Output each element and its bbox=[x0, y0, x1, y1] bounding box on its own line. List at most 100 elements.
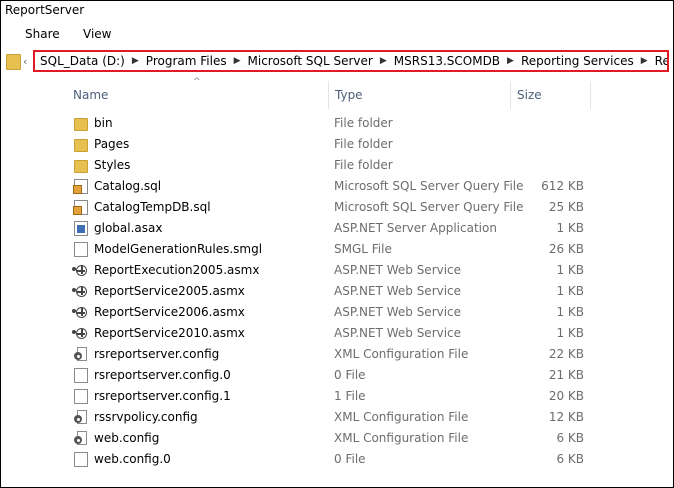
sql-file-icon bbox=[73, 179, 88, 194]
window-title: ReportServer bbox=[5, 3, 85, 17]
breadcrumb-item[interactable]: ReportServer bbox=[650, 54, 667, 68]
file-row[interactable]: ReportExecution2005.asmx ASP.NET Web Serv… bbox=[1, 260, 673, 281]
web-service-icon bbox=[72, 326, 88, 341]
file-name: rsreportserver.config.1 bbox=[94, 389, 231, 403]
file-name: rssrvpolicy.config bbox=[94, 410, 198, 424]
file-name: web.config.0 bbox=[94, 452, 171, 466]
column-header-name[interactable]: Name bbox=[67, 81, 329, 109]
breadcrumb-separator-icon[interactable]: ▶ bbox=[232, 56, 243, 66]
file-type: 1 File bbox=[334, 389, 366, 403]
file-row[interactable]: ModelGenerationRules.smgl SMGL File 26 KB bbox=[1, 239, 673, 260]
file-type: File folder bbox=[334, 137, 393, 151]
file-name: rsreportserver.config.0 bbox=[94, 368, 231, 382]
file-type: ASP.NET Web Service bbox=[334, 263, 462, 277]
explorer-window: ReportServer Share View ‹ SQL_Data (D:) ▶… bbox=[0, 0, 674, 488]
file-size: 1 KB bbox=[556, 284, 584, 298]
file-size: 22 KB bbox=[548, 347, 584, 361]
file-type: 0 File bbox=[334, 368, 366, 382]
config-file-icon bbox=[74, 347, 88, 362]
web-service-icon bbox=[72, 263, 88, 278]
file-name: ModelGenerationRules.smgl bbox=[94, 242, 263, 256]
file-size: 612 KB bbox=[541, 179, 584, 193]
file-name: ReportService2005.asmx bbox=[94, 284, 245, 298]
file-type: XML Configuration File bbox=[334, 347, 469, 361]
file-row[interactable]: rsreportserver.config.0 0 File 21 KB bbox=[1, 365, 673, 386]
file-row[interactable]: ReportService2005.asmx ASP.NET Web Servic… bbox=[1, 281, 673, 302]
file-row[interactable]: rssrvpolicy.config XML Configuration File… bbox=[1, 407, 673, 428]
breadcrumb: SQL_Data (D:) ▶ Program Files ▶ Microsoft SQ… bbox=[33, 50, 669, 72]
folder-icon bbox=[74, 118, 88, 131]
file-name: web.config bbox=[94, 431, 160, 445]
file-type: ASP.NET Web Service bbox=[334, 305, 462, 319]
breadcrumb-separator-icon[interactable]: ▶ bbox=[378, 56, 389, 66]
folder-icon bbox=[74, 160, 88, 173]
breadcrumb-item[interactable]: Reporting Services bbox=[516, 54, 639, 68]
column-headers: ^ Name Type Size bbox=[1, 77, 673, 109]
file-row[interactable]: web.config.0 0 File 6 KB bbox=[1, 449, 673, 470]
file-size: 1 KB bbox=[556, 221, 584, 235]
tab-share[interactable]: Share bbox=[25, 27, 60, 41]
title-bar: ReportServer bbox=[1, 1, 673, 21]
file-name: ReportService2010.asmx bbox=[94, 326, 245, 340]
file-name: Pages bbox=[94, 137, 130, 151]
file-row[interactable]: Pages File folder bbox=[1, 134, 673, 155]
file-type: ASP.NET Web Service bbox=[334, 284, 462, 298]
file-type: 0 File bbox=[334, 452, 366, 466]
file-type: SMGL File bbox=[334, 242, 392, 256]
column-header-size[interactable]: Size bbox=[511, 81, 591, 109]
file-type: XML Configuration File bbox=[334, 431, 469, 445]
file-name: bin bbox=[94, 116, 113, 130]
web-service-icon bbox=[72, 284, 88, 299]
breadcrumb-separator-icon[interactable]: ▶ bbox=[505, 56, 516, 66]
folder-icon bbox=[74, 139, 88, 152]
file-size: 21 KB bbox=[548, 368, 584, 382]
file-row[interactable]: global.asax ASP.NET Server Application 1 K… bbox=[1, 218, 673, 239]
column-header-type[interactable]: Type bbox=[329, 81, 511, 109]
file-name: rsreportserver.config bbox=[94, 347, 220, 361]
file-type: File folder bbox=[334, 158, 393, 172]
file-row[interactable]: web.config XML Configuration File 6 KB bbox=[1, 428, 673, 449]
file-name: Catalog.sql bbox=[94, 179, 162, 193]
file-icon bbox=[74, 368, 88, 383]
sql-file-icon bbox=[73, 200, 88, 215]
web-service-icon bbox=[72, 305, 88, 320]
file-name: ReportExecution2005.asmx bbox=[94, 263, 260, 277]
breadcrumb-separator-icon[interactable]: ▶ bbox=[639, 56, 650, 66]
file-row[interactable]: bin File folder bbox=[1, 113, 673, 134]
file-row[interactable]: rsreportserver.config XML Configuration F… bbox=[1, 344, 673, 365]
file-size: 26 KB bbox=[548, 242, 584, 256]
file-type: ASP.NET Web Service bbox=[334, 326, 462, 340]
file-icon bbox=[74, 389, 88, 404]
file-icon bbox=[74, 242, 88, 257]
file-name: global.asax bbox=[94, 221, 163, 235]
breadcrumb-item[interactable]: Program Files bbox=[141, 54, 232, 68]
file-type: Microsoft SQL Server Query File bbox=[334, 200, 524, 214]
file-size: 20 KB bbox=[548, 389, 584, 403]
file-row[interactable]: Catalog.sql Microsoft SQL Server Query Fi… bbox=[1, 176, 673, 197]
file-type: ASP.NET Server Application bbox=[334, 221, 497, 235]
breadcrumb-item[interactable]: SQL_Data (D:) bbox=[35, 54, 130, 68]
file-row[interactable]: Styles File folder bbox=[1, 155, 673, 176]
file-row[interactable]: rsreportserver.config.1 1 File 20 KB bbox=[1, 386, 673, 407]
breadcrumb-separator-icon[interactable]: ▶ bbox=[130, 56, 141, 66]
breadcrumb-item[interactable]: MSRS13.SCOMDB bbox=[389, 54, 505, 68]
file-row[interactable]: CatalogTempDB.sql Microsoft SQL Server Qu… bbox=[1, 197, 673, 218]
back-chevron-icon[interactable]: ‹ bbox=[23, 55, 27, 68]
file-type: Microsoft SQL Server Query File bbox=[334, 179, 524, 193]
file-size: 6 KB bbox=[556, 431, 584, 445]
file-name: Styles bbox=[94, 158, 131, 172]
file-size: 12 KB bbox=[548, 410, 584, 424]
file-size: 1 KB bbox=[556, 305, 584, 319]
config-file-icon bbox=[74, 410, 88, 425]
file-size: 1 KB bbox=[556, 326, 584, 340]
tab-view[interactable]: View bbox=[83, 27, 111, 41]
config-file-icon bbox=[74, 431, 88, 446]
file-size: 25 KB bbox=[548, 200, 584, 214]
asax-file-icon bbox=[74, 221, 88, 236]
file-icon bbox=[74, 452, 88, 467]
file-type: File folder bbox=[334, 116, 393, 130]
folder-icon bbox=[6, 54, 21, 70]
breadcrumb-item[interactable]: Microsoft SQL Server bbox=[243, 54, 378, 68]
file-row[interactable]: ReportService2006.asmx ASP.NET Web Servic… bbox=[1, 302, 673, 323]
file-row[interactable]: ReportService2010.asmx ASP.NET Web Servic… bbox=[1, 323, 673, 344]
